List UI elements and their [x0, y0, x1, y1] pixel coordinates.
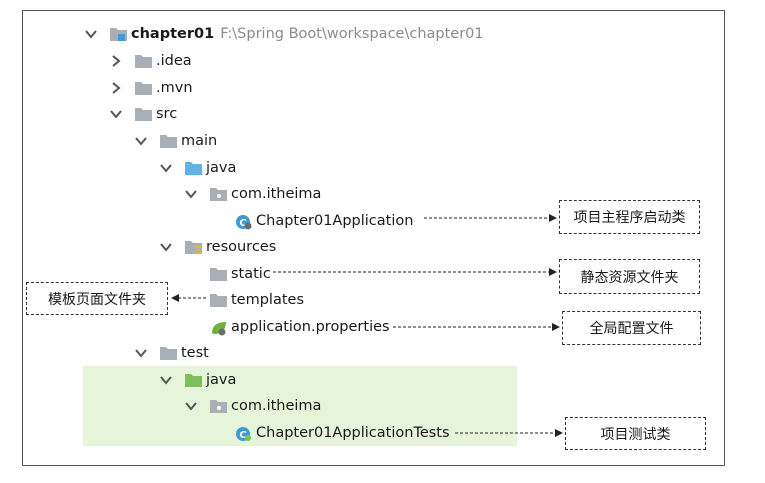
callout-properties: 全局配置文件 [562, 311, 701, 345]
callout-main-class: 项目主程序启动类 [559, 200, 700, 234]
callout-templates: 模板页面文件夹 [26, 282, 168, 315]
callout-tests: 项目测试类 [565, 417, 706, 450]
annotation-connectors [171, 214, 563, 437]
callout-static: 静态资源文件夹 [559, 259, 700, 294]
callout-templates-text: 模板页面文件夹 [48, 291, 146, 308]
callout-static-text: 静态资源文件夹 [580, 269, 679, 286]
callout-properties-text: 全局配置文件 [589, 321, 674, 337]
callout-main-class-text: 项目主程序启动类 [573, 210, 686, 226]
callout-tests-text: 项目测试类 [600, 426, 671, 443]
